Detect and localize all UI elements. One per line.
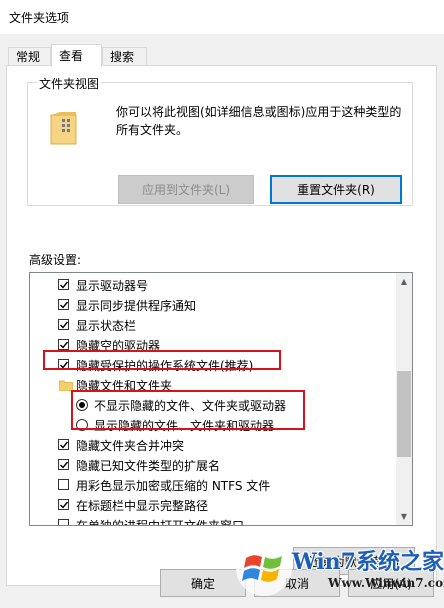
list-item-label: 在单独的进程中打开文件夹窗口 (76, 518, 245, 526)
checkbox[interactable] (58, 359, 69, 370)
list-item-label: 不显示隐藏的文件、文件夹或驱动器 (94, 398, 287, 413)
scroll-down-arrow-icon[interactable]: ▼ (396, 508, 412, 525)
folder-views-group-title: 文件夹视图 (37, 75, 102, 92)
watermark-brand: Win7系统之家 (292, 549, 444, 575)
checkbox[interactable] (58, 319, 69, 330)
dialog-body: 常规 查看 搜索 文件夹视图 你可以将此视图(如详细信息或图标)应用于这种类型的… (0, 34, 444, 608)
advanced-settings-label: 高级设置: (29, 253, 82, 267)
folder-view-icon (50, 112, 77, 145)
title-bar[interactable]: 文件夹选项 (0, 0, 444, 34)
apply-to-folders-button[interactable]: 应用到文件夹(L) (118, 175, 254, 204)
list-item[interactable]: 显示同步提供程序通知 (30, 295, 396, 315)
list-item[interactable]: 显示状态栏 (30, 315, 396, 335)
checkbox[interactable] (58, 499, 69, 510)
checkbox[interactable] (58, 479, 69, 490)
folder-views-description: 你可以将此视图(如详细信息或图标)应用于这种类型的所有文件夹。 (116, 105, 402, 137)
checkbox[interactable] (58, 439, 69, 450)
scroll-up-arrow-icon[interactable]: ▲ (396, 273, 412, 290)
site-watermark: Win7系统之家 Www.Winwin7.com (232, 530, 444, 606)
list-item-label: 隐藏文件和文件夹 (76, 378, 173, 393)
tab-search[interactable]: 搜索 (102, 47, 147, 66)
checkbox[interactable] (58, 519, 69, 525)
checkmark-icon (60, 501, 69, 509)
list-item-label: 显示驱动器号 (76, 278, 149, 293)
list-item[interactable]: 隐藏已知文件类型的扩展名 (30, 455, 396, 475)
list-item-label: 显示隐藏的文件、文件夹和驱动器 (94, 418, 275, 433)
list-item-label: 隐藏受保护的操作系统文件(推荐) (76, 358, 254, 373)
radio-button[interactable] (76, 419, 88, 431)
list-item: 隐藏文件和文件夹 (30, 375, 396, 395)
checkmark-icon (60, 321, 69, 329)
checkmark-icon (60, 361, 69, 369)
scroll-thumb[interactable] (397, 371, 411, 457)
list-item[interactable]: 用彩色显示加密或压缩的 NTFS 文件 (30, 475, 396, 495)
tab-general[interactable]: 常规 (8, 47, 51, 66)
list-item[interactable]: 不显示隐藏的文件、文件夹或驱动器 (30, 395, 396, 415)
checkbox[interactable] (58, 279, 69, 290)
advanced-settings-list[interactable]: 显示驱动器号 显示同步提供程序通知 显示状态栏 隐藏空的驱动器 隐藏受保护的操作… (29, 272, 413, 526)
window-title: 文件夹选项 (9, 11, 70, 25)
checkbox[interactable] (58, 299, 69, 310)
radio-button[interactable] (76, 399, 88, 411)
list-item-label: 隐藏已知文件类型的扩展名 (76, 458, 221, 473)
list-item[interactable]: 隐藏受保护的操作系统文件(推荐) (30, 355, 396, 375)
list-item-label: 隐藏空的驱动器 (76, 338, 161, 353)
list-item[interactable]: 隐藏文件夹合并冲突 (30, 435, 396, 455)
checkbox[interactable] (58, 339, 69, 350)
view-tab-panel: 文件夹视图 你可以将此视图(如详细信息或图标)应用于这种类型的所有文件夹。 应用… (6, 65, 437, 586)
list-item-label: 用彩色显示加密或压缩的 NTFS 文件 (76, 478, 271, 493)
list-item-label: 隐藏文件夹合并冲突 (76, 438, 185, 453)
tab-view[interactable]: 查看 (51, 44, 102, 67)
folder-icon (59, 380, 73, 391)
list-item[interactable]: 显示驱动器号 (30, 275, 396, 295)
list-item[interactable]: 隐藏空的驱动器 (30, 335, 396, 355)
checkbox[interactable] (58, 459, 69, 470)
list-scrollbar[interactable]: ▲ ▼ (396, 273, 412, 525)
list-item[interactable]: 在单独的进程中打开文件夹窗口 (30, 515, 396, 526)
watermark-url: Www.Winwin7.com (328, 576, 444, 590)
list-item-label: 显示同步提供程序通知 (76, 298, 197, 313)
checkmark-icon (60, 281, 69, 289)
list-item-label: 显示状态栏 (76, 318, 137, 333)
list-item[interactable]: 在标题栏中显示完整路径 (30, 495, 396, 515)
windows-logo-icon (236, 540, 292, 596)
folder-views-group: 文件夹视图 你可以将此视图(如详细信息或图标)应用于这种类型的所有文件夹。 应用… (27, 75, 413, 206)
checkmark-icon (60, 301, 69, 309)
checkmark-icon (60, 341, 69, 349)
checkmark-icon (60, 461, 69, 469)
reset-folders-button[interactable]: 重置文件夹(R) (270, 175, 402, 204)
list-item[interactable]: 显示隐藏的文件、文件夹和驱动器 (30, 415, 396, 435)
checkmark-icon (60, 441, 69, 449)
list-item-label: 在标题栏中显示完整路径 (76, 498, 209, 513)
